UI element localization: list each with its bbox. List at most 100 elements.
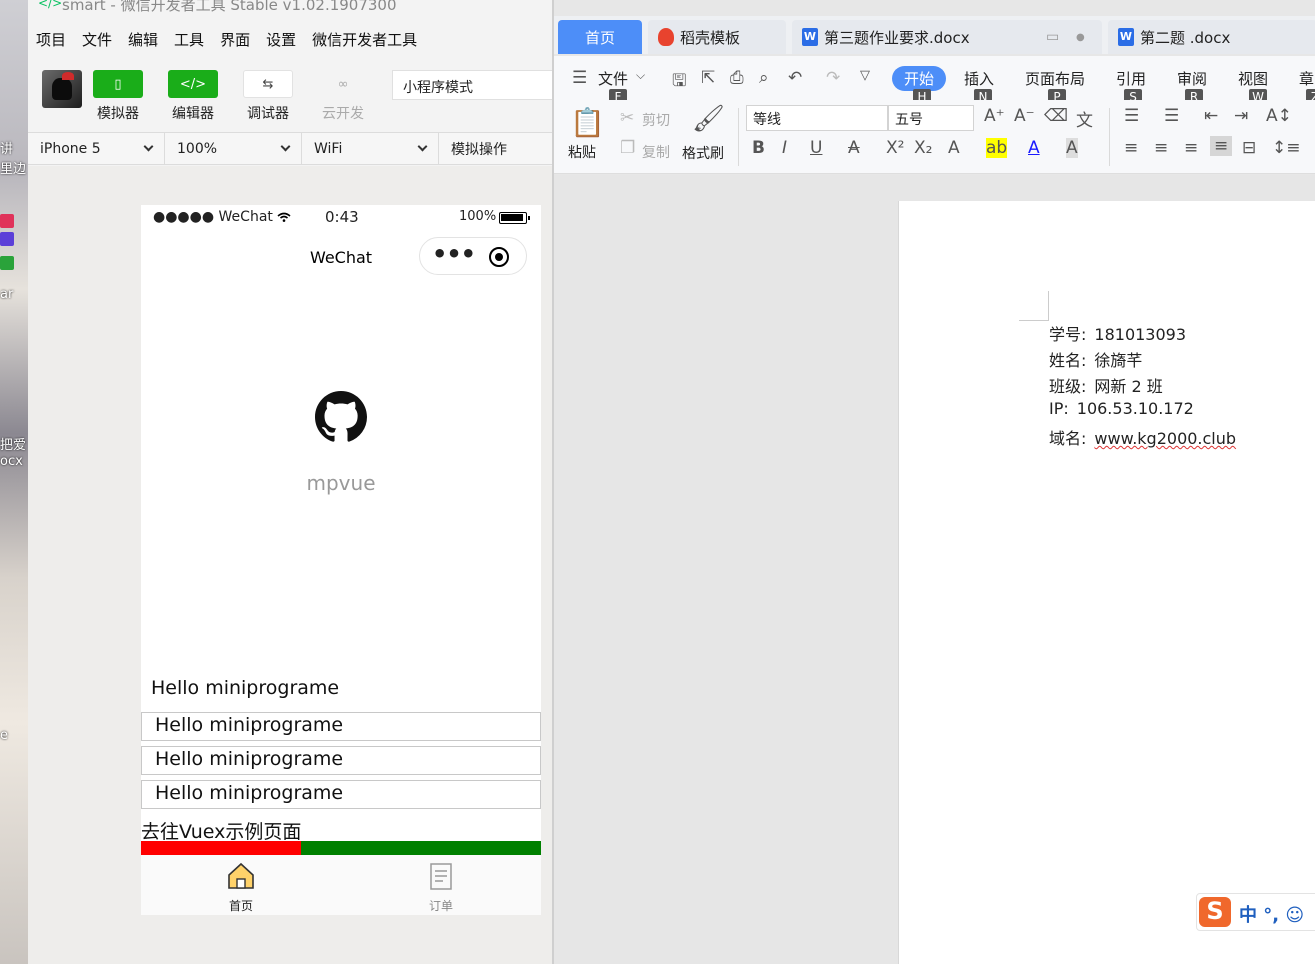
numbered-list-icon[interactable]: ☰ — [1164, 106, 1179, 126]
ribbon-tab-insert[interactable]: 插入 — [964, 68, 994, 89]
format-painter-button[interactable]: 格式刷 — [682, 143, 724, 163]
align-center-icon[interactable]: ≡ — [1154, 138, 1168, 158]
desktop-app-icon[interactable] — [0, 256, 14, 270]
bullet-list-icon[interactable]: ☰ — [1124, 106, 1139, 126]
paste-icon[interactable]: 📋 — [570, 106, 605, 139]
font-color-icon[interactable]: A — [1028, 138, 1040, 158]
grow-font-icon[interactable]: A⁺ — [984, 106, 1005, 126]
cloud-button[interactable]: ∞ 云开发 — [313, 70, 373, 123]
mode-select[interactable]: 小程序模式 — [392, 70, 552, 100]
highlight-icon[interactable]: ab — [986, 138, 1008, 158]
phonetic-guide-icon[interactable]: 文 — [1076, 106, 1093, 131]
export-icon[interactable]: ⇱ — [701, 68, 715, 88]
capsule-menu[interactable]: ••• — [419, 237, 527, 275]
doc-line-ip[interactable]: IP: 106.53.10.172 — [1049, 399, 1194, 418]
tab-document-2[interactable]: W 第二题 .docx — [1108, 20, 1315, 54]
menu-settings[interactable]: 设置 — [258, 24, 304, 52]
sogou-logo-icon[interactable]: S — [1199, 897, 1231, 927]
hello-card[interactable]: Hello miniprograme — [141, 712, 541, 741]
tab-docer-templates[interactable]: 稻壳模板 — [648, 20, 786, 54]
avatar[interactable] — [42, 70, 82, 108]
char-shading-icon[interactable]: A — [1066, 138, 1078, 158]
desktop-icon-label[interactable]: 把爱 — [0, 434, 26, 453]
menu-view[interactable]: 界面 — [212, 24, 258, 52]
tab-wps-home[interactable]: 首页 — [558, 20, 642, 54]
ribbon-tab-review[interactable]: 审阅 — [1177, 68, 1207, 89]
font-size-select[interactable]: 五号 — [888, 105, 974, 131]
vuex-page-link[interactable]: 去往Vuex示例页面 — [141, 817, 301, 844]
underline-icon[interactable]: U — [810, 138, 822, 158]
align-right-icon[interactable]: ≡ — [1184, 138, 1198, 158]
desktop-icon-label[interactable]: 讲 — [0, 138, 13, 157]
tab-orders[interactable]: 订单 — [341, 861, 541, 914]
monitor-icon[interactable]: ▭ — [1046, 29, 1059, 45]
device-select[interactable]: iPhone 5 — [28, 133, 165, 164]
zoom-select[interactable]: 100% — [165, 133, 302, 164]
line-spacing-icon[interactable]: ↕≡ — [1272, 138, 1301, 158]
chevron-down-icon[interactable]: ⌵ — [636, 68, 645, 83]
font-name-select[interactable]: 等线 — [746, 105, 888, 131]
hello-card[interactable]: Hello miniprograme — [141, 780, 541, 809]
copy-button[interactable]: 复制 — [642, 142, 670, 162]
desktop-app-icon[interactable] — [0, 214, 14, 228]
preview-icon[interactable]: ⌕ — [759, 68, 769, 88]
save-icon[interactable]: 🖫 — [672, 68, 686, 97]
align-left-icon[interactable]: ≡ — [1124, 138, 1138, 158]
network-select[interactable]: WiFi — [302, 133, 439, 164]
bold-icon[interactable]: B — [752, 138, 765, 158]
doc-line-class[interactable]: 班级: 网新 2 班 — [1049, 373, 1163, 397]
ribbon-tab-view[interactable]: 视图 — [1238, 68, 1268, 89]
ribbon-tab-home[interactable]: 开始 — [892, 66, 947, 91]
tab-document-3[interactable]: W 第三题作业要求.docx ▭ ● — [792, 20, 1102, 54]
menu-devtools[interactable]: 微信开发者工具 — [304, 24, 425, 52]
ribbon-tab-page-layout[interactable]: 页面布局 — [1025, 68, 1085, 89]
debugger-button[interactable]: ⇆ 调试器 — [238, 70, 298, 123]
text-direction-icon[interactable]: A↕ — [1266, 106, 1292, 126]
quick-access-dropdown-icon[interactable]: ▽ — [860, 68, 870, 83]
more-icon[interactable]: ••• — [432, 242, 476, 266]
superscript-icon[interactable]: X² — [886, 138, 904, 158]
simulator-button[interactable]: ▯ 模拟器 — [88, 70, 148, 123]
undo-icon[interactable]: ↶ — [788, 68, 802, 88]
doc-line-name[interactable]: 姓名: 徐旖芊 — [1049, 347, 1142, 371]
menu-tools[interactable]: 工具 — [166, 24, 212, 52]
ribbon-tab-chapter[interactable]: 章 — [1299, 68, 1314, 89]
editor-button[interactable]: </> 编辑器 — [163, 70, 223, 123]
print-icon[interactable]: ⎙ — [730, 68, 744, 88]
scissors-icon[interactable]: ✂ — [620, 108, 634, 128]
distributed-align-icon[interactable]: ⊟ — [1242, 138, 1256, 158]
ribbon-tab-file[interactable]: 文件 — [598, 68, 628, 89]
menu-project[interactable]: 项目 — [28, 24, 74, 52]
cut-button[interactable]: 剪切 — [642, 110, 670, 130]
ribbon-tab-references[interactable]: 引用 — [1116, 68, 1146, 89]
desktop-icon-label[interactable]: e — [0, 728, 8, 743]
ime-status[interactable]: 中 °, ☺ — [1239, 901, 1304, 927]
strikethrough-icon[interactable]: A — [848, 138, 860, 158]
desktop-icon-label[interactable]: ocx — [0, 454, 23, 469]
menu-file[interactable]: 文件 — [74, 24, 120, 52]
decrease-indent-icon[interactable]: ⇤ — [1204, 106, 1218, 126]
doc-line-student-id[interactable]: 学号: 181013093 — [1049, 321, 1186, 345]
document-page[interactable]: 学号: 181013093 姓名: 徐旖芊 班级: 网新 2 班 IP: 106.53.… — [898, 201, 1315, 964]
desktop-app-icon[interactable] — [0, 232, 14, 246]
sogou-ime-bar[interactable]: S 中 °, ☺ — [1196, 893, 1315, 931]
paste-button[interactable]: 粘贴 — [568, 142, 596, 162]
menu-edit[interactable]: 编辑 — [120, 24, 166, 52]
justify-icon[interactable]: ≡ — [1210, 136, 1233, 156]
desktop-icon-label[interactable]: 里边 — [0, 158, 26, 177]
desktop-icon-label[interactable]: ar — [0, 287, 13, 302]
italic-icon[interactable]: I — [782, 138, 787, 158]
shrink-font-icon[interactable]: A⁻ — [1014, 106, 1035, 126]
redo-icon[interactable]: ↷ — [826, 68, 840, 88]
close-target-icon[interactable] — [489, 247, 509, 267]
copy-icon[interactable]: ❐ — [620, 138, 635, 158]
simulate-operation-button[interactable]: 模拟操作 — [439, 133, 552, 164]
increase-indent-icon[interactable]: ⇥ — [1234, 106, 1248, 126]
format-painter-icon[interactable]: 🖌 — [692, 104, 725, 134]
hello-card[interactable]: Hello miniprograme — [141, 746, 541, 775]
subscript-icon[interactable]: X₂ — [914, 138, 932, 158]
tab-home[interactable]: 首页 — [141, 861, 341, 914]
clear-format-icon[interactable]: ⌫ — [1044, 106, 1068, 126]
text-effect-icon[interactable]: A — [948, 138, 960, 158]
doc-line-domain[interactable]: 域名: www.kg2000.club — [1049, 425, 1236, 449]
